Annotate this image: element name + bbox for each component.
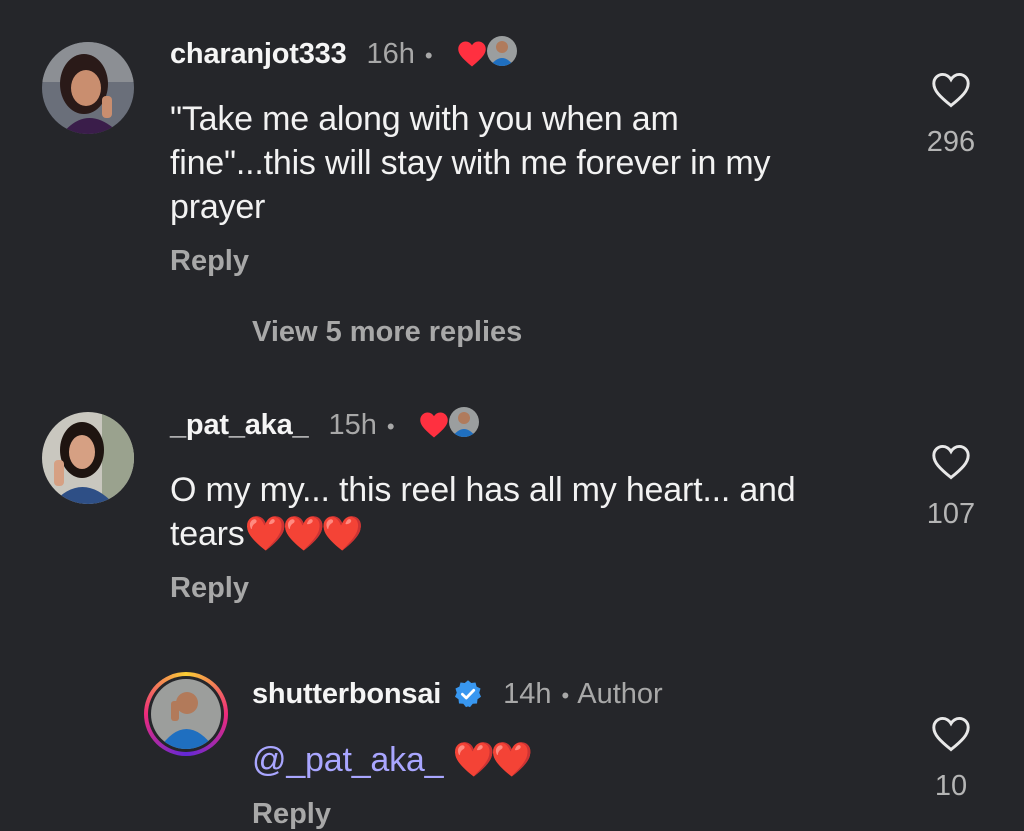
story-ring[interactable] (144, 672, 228, 756)
comment-line: tears❤️❤️❤️ (170, 512, 890, 556)
like-column: 10 (906, 716, 996, 803)
username[interactable]: _pat_aka_ (170, 409, 309, 442)
comment-text: "Take me along with you when am fine"...… (170, 97, 890, 229)
like-count: 296 (926, 126, 976, 158)
comment-line: "Take me along with you when am (170, 100, 679, 138)
heart-emoji: ❤️❤️ (452, 741, 534, 779)
comment-text: @_pat_aka_ ❤️❤️ (252, 738, 852, 782)
heart-outline-icon[interactable] (931, 716, 971, 752)
creator-avatar (486, 36, 517, 66)
reply-button[interactable]: Reply (170, 245, 249, 278)
reply-button[interactable]: Reply (170, 572, 249, 605)
avatar[interactable] (42, 412, 134, 504)
separator-dot: • (424, 43, 433, 68)
comment-line-text: tears (170, 515, 245, 553)
timestamp: 14h (503, 677, 552, 710)
heart-filled-icon (457, 41, 486, 67)
like-count: 10 (934, 770, 968, 802)
separator-dot: • (386, 414, 395, 439)
avatar (151, 679, 221, 749)
verified-badge-icon (455, 680, 482, 708)
timestamp: 15h (328, 408, 377, 441)
heart-emoji: ❤️❤️❤️ (244, 515, 364, 553)
comment-line: O my my... this reel has all my heart...… (170, 471, 796, 509)
reply-button[interactable]: Reply (252, 798, 331, 831)
separator-dot: • (561, 683, 570, 708)
creator-avatar (448, 407, 479, 437)
avatar[interactable] (42, 42, 134, 134)
comment-line: prayer (170, 188, 266, 226)
timestamp: 16h (366, 37, 415, 70)
creator-liked-indicator (419, 407, 479, 443)
username[interactable]: shutterbonsai (252, 678, 441, 711)
like-column: 107 (906, 444, 996, 531)
heart-outline-icon[interactable] (931, 72, 971, 108)
author-label: Author (577, 677, 663, 710)
username[interactable]: charanjot333 (170, 38, 347, 71)
comment-line: fine"...this will stay with me forever i… (170, 144, 771, 182)
like-count: 107 (926, 498, 976, 530)
view-more-replies-button[interactable]: View 5 more replies (252, 316, 522, 349)
like-column: 296 (906, 72, 996, 159)
mention-link[interactable]: @_pat_aka_ (252, 741, 444, 779)
heart-outline-icon[interactable] (931, 444, 971, 480)
comment-text: O my my... this reel has all my heart...… (170, 468, 890, 556)
heart-filled-icon (419, 412, 448, 438)
creator-liked-indicator (457, 36, 517, 72)
